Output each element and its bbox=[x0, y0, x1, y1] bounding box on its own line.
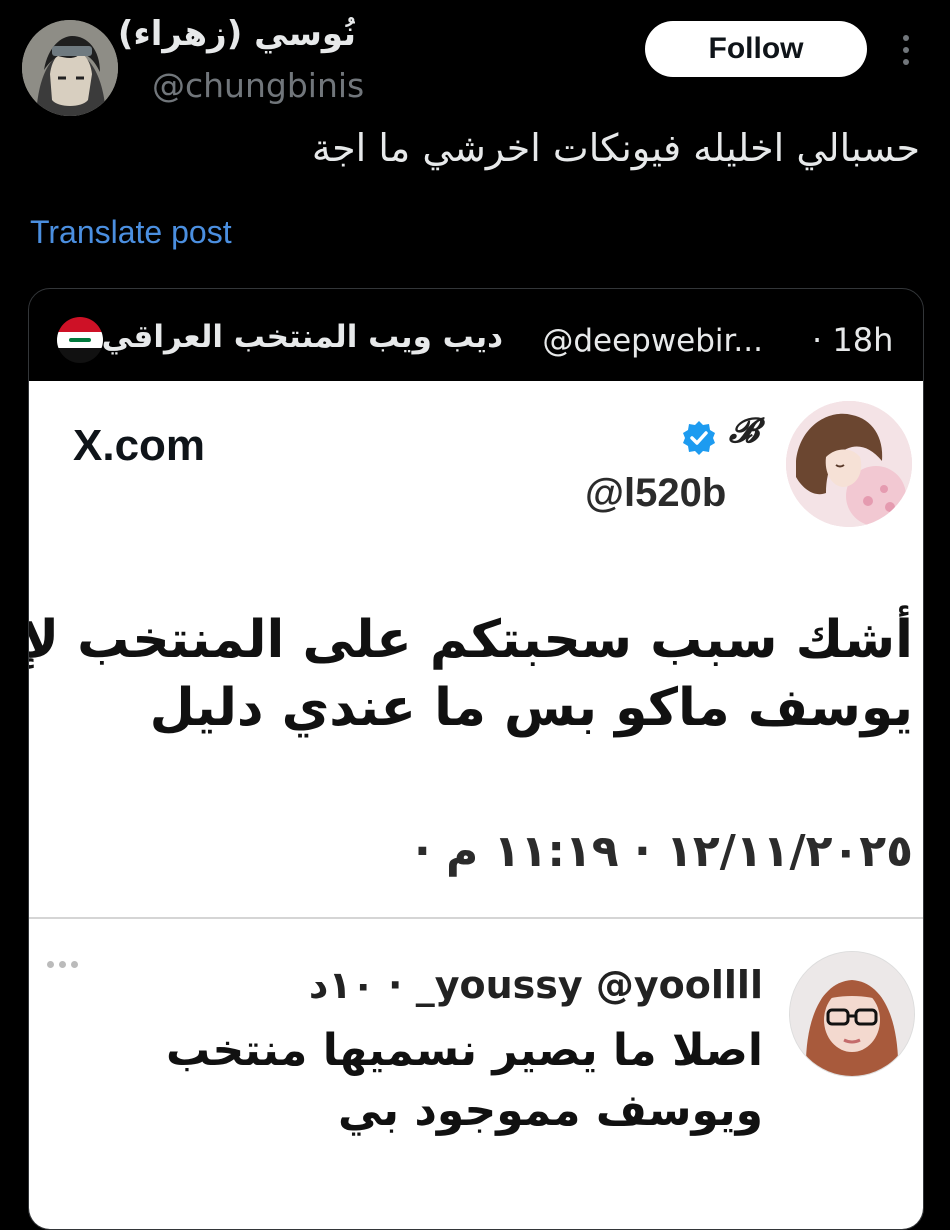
follow-button[interactable]: Follow bbox=[645, 21, 867, 77]
reply-text-line: ويوسف مموجود بي bbox=[337, 1085, 763, 1136]
post-text: حسبالي اخليله فيونكات اخرشي ما اجة bbox=[311, 126, 920, 170]
screenshot-date: ١٢/١١/٢٠٢٥ · ١١:١٩ م · bbox=[414, 826, 913, 877]
quoted-author-name[interactable]: ديب ويب المنتخب العراقي bbox=[102, 319, 503, 355]
display-name-initial: 𝓑 bbox=[729, 411, 759, 451]
more-options-icon[interactable] bbox=[896, 28, 916, 72]
author-avatar[interactable] bbox=[22, 20, 118, 116]
anime-avatar-icon bbox=[22, 20, 118, 116]
reply-avatar bbox=[789, 951, 915, 1077]
quoted-post[interactable]: ديب ويب المنتخب العراقي @deepwebir... · … bbox=[28, 288, 924, 1230]
quoted-post-header: ديب ويب المنتخب العراقي @deepwebir... · … bbox=[29, 289, 923, 381]
translate-post-link[interactable]: Translate post bbox=[30, 214, 232, 251]
divider bbox=[29, 917, 923, 919]
screenshot-avatar bbox=[786, 401, 912, 527]
screenshot-text-line: يوسف ماكو بس ما عندي دليل bbox=[149, 678, 913, 738]
reply-more-icon bbox=[47, 961, 78, 968]
reply-handle: youssy @yoollll_ · ١٠د bbox=[308, 963, 763, 1007]
screenshot-text-line: أشك سبب سحبتكم على المنتخب لإن bbox=[28, 610, 913, 670]
x-com-brand: X.com bbox=[73, 421, 206, 470]
iraq-flag-icon bbox=[57, 317, 103, 363]
quoted-author-handle[interactable]: @deepwebir... bbox=[542, 323, 763, 359]
author-handle[interactable]: @chungbinis bbox=[152, 66, 364, 105]
quoted-post-time[interactable]: · 18h bbox=[812, 321, 893, 359]
screenshot-handle: @l520b bbox=[585, 471, 727, 515]
verified-badge-icon bbox=[683, 421, 715, 455]
screenshot-tweet-text: أشك سبب سحبتكم على المنتخب لإن يوسف ماكو… bbox=[28, 606, 913, 742]
author-name[interactable]: نُوسي (زهراء) bbox=[118, 14, 356, 54]
reply-text: اصلا ما يصير نسميها منتخب ويوسف مموجود ب… bbox=[166, 1021, 763, 1141]
quoted-screenshot-image[interactable]: X.com 𝓑 @l520b أشك سبب سحبتكم على المنتخ… bbox=[28, 381, 923, 1229]
reply-text-line: اصلا ما يصير نسميها منتخب bbox=[165, 1025, 763, 1076]
